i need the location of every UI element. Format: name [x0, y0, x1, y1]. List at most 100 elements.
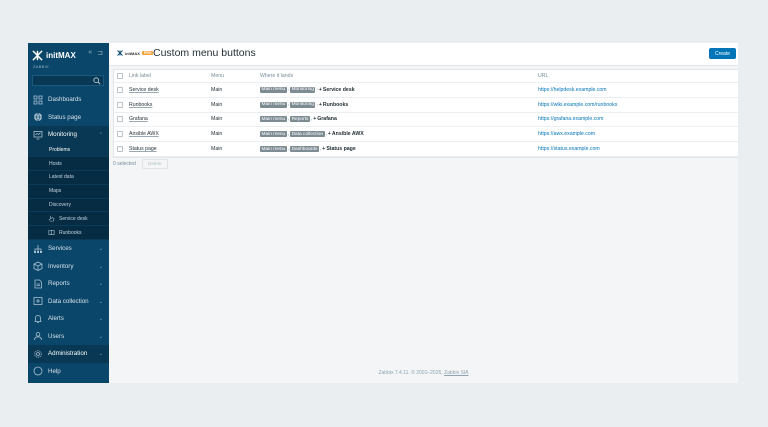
menu-item-label: Monitoring: [48, 131, 77, 139]
chevron-down-icon: ⌄: [98, 351, 103, 358]
link-label[interactable]: Service desk: [129, 87, 159, 93]
submenu-item-label: Latest data: [49, 174, 74, 181]
menu-item-help[interactable]: Help: [28, 363, 109, 381]
url-link[interactable]: https://status.example.com: [538, 146, 600, 152]
globe-icon: [34, 113, 42, 122]
app-logo[interactable]: initMAX: [32, 48, 76, 62]
menu-item-reports[interactable]: Reports ⌄: [28, 275, 109, 293]
target-label: Service desk: [322, 86, 355, 93]
sidebar-controls: « ⊐: [88, 49, 103, 57]
menu-item-dashboards[interactable]: Dashboards: [28, 91, 109, 109]
table-row: Ansible AWX Main Main menu › Data collecti…: [114, 127, 738, 143]
link-label[interactable]: Grafana: [129, 116, 148, 122]
menu-item-data-collection[interactable]: Data collection ⌄: [28, 293, 109, 311]
menu-item-label: Data collection: [48, 297, 89, 305]
module-logo: initMAX PRO: [117, 50, 154, 56]
copyright-text: Zabbix 7.4.11. © 2001–2026,: [378, 370, 445, 376]
copyright-link[interactable]: Zabbix SIA: [444, 370, 468, 376]
table-row: Runbooks Main Main menu › Monitoring › + Runb…: [114, 98, 738, 113]
menu-item-status-page[interactable]: Status page: [28, 109, 109, 127]
submenu-item-runbooks[interactable]: Runbooks: [28, 226, 109, 241]
menu-item-inventory[interactable]: Inventory ⌄: [28, 258, 109, 276]
monitoring-submenu: Problems Hosts Latest data Maps Discover…: [28, 143, 109, 241]
menu-item-administration[interactable]: Administration ⌄: [28, 345, 109, 363]
menu-item-monitoring[interactable]: Monitoring ⌃: [28, 126, 109, 144]
separator: ›: [287, 87, 290, 93]
separator: ›: [325, 131, 327, 137]
pro-badge: PRO: [141, 51, 154, 55]
collapse-sidebar-icon[interactable]: «: [88, 49, 92, 57]
link-label[interactable]: Status page: [129, 146, 157, 152]
separator: ›: [316, 102, 318, 108]
search-icon[interactable]: [93, 77, 101, 85]
where-it-lands: Main menu › Dashboards › + Status page: [260, 142, 356, 156]
link-label[interactable]: Runbooks: [129, 102, 152, 108]
row-checkbox[interactable]: [117, 131, 123, 138]
copyright: Zabbix 7.4.11. © 2001–2026, Zabbix SIA: [109, 370, 738, 376]
target-label: Grafana: [317, 116, 337, 123]
submenu-item-problems[interactable]: Problems: [28, 143, 109, 158]
menu-item-label: Help: [48, 367, 61, 375]
separator: ›: [287, 146, 290, 152]
hand-icon: [48, 216, 55, 222]
path-tag: Monitoring: [290, 86, 316, 93]
chevron-down-icon: ⌄: [98, 263, 103, 270]
page-header: initMAX PRO Custom menu buttons Create: [109, 43, 738, 66]
path-tag: Reports: [290, 116, 310, 123]
submenu-item-maps[interactable]: Maps: [28, 185, 109, 199]
menu-item-label: Status page: [48, 113, 82, 121]
row-checkbox[interactable]: [117, 101, 123, 108]
main-menu: Dashboards Status page Monitoring ⌃ Prob…: [28, 91, 109, 380]
sidebar-search-input[interactable]: [32, 75, 104, 86]
submenu-item-discovery[interactable]: Discovery: [28, 199, 109, 213]
submenu-item-label: Service desk: [59, 215, 88, 222]
brand-caption: ZABBIX: [33, 64, 50, 69]
menu-value: Main: [211, 131, 223, 138]
submenu-item-latest-data[interactable]: Latest data: [28, 171, 109, 185]
chevron-down-icon: ⌄: [98, 246, 103, 253]
initmax-logo-icon: [32, 49, 43, 61]
create-button[interactable]: Create: [709, 48, 736, 59]
plus-icon: +: [322, 146, 326, 153]
target-label: Status page: [326, 146, 356, 153]
column-header-menu: Menu: [211, 73, 224, 79]
separator: ›: [310, 116, 313, 122]
menu-value: Main: [211, 86, 223, 93]
submenu-item-label: Maps: [49, 188, 62, 195]
url-link[interactable]: https://grafana.example.com: [538, 116, 603, 122]
help-icon: [33, 366, 43, 376]
where-it-lands: Main menu › Data collection › + Ansible AWX: [260, 127, 364, 141]
column-header-link-label[interactable]: Link label: [129, 70, 151, 82]
table-actions: 0 selected Delete: [113, 159, 168, 169]
bell-icon: [34, 314, 42, 323]
submenu-item-hosts[interactable]: Hosts: [28, 157, 109, 172]
menu-item-alerts[interactable]: Alerts ⌄: [28, 310, 109, 328]
submenu-item-service-desk[interactable]: Service desk: [28, 212, 109, 227]
menu-item-services[interactable]: Services ⌄: [28, 240, 109, 258]
path-tag: Main menu: [260, 101, 287, 108]
chevron-down-icon: ⌄: [98, 298, 103, 305]
menu-value: Main: [211, 101, 223, 108]
where-it-lands: Main menu › Reports › + Grafana: [260, 113, 337, 127]
link-label[interactable]: Ansible AWX: [129, 131, 159, 137]
path-tag: Dashboards: [290, 146, 319, 153]
url-link[interactable]: https://awx.example.com: [538, 131, 595, 137]
table-row: Service desk Main Main menu › Monitoring › +…: [114, 83, 738, 98]
where-it-lands: Main menu › Monitoring › + Service desk: [260, 83, 355, 97]
row-checkbox[interactable]: [117, 116, 123, 123]
url-link[interactable]: https://wiki.example.com/runbooks: [538, 102, 617, 108]
row-checkbox[interactable]: [117, 86, 123, 93]
chevron-up-icon: ⌃: [98, 132, 103, 138]
menu-item-label: Inventory: [48, 262, 74, 270]
hide-sidebar-icon[interactable]: ⊐: [97, 49, 103, 57]
module-logo-text: initMAX: [125, 50, 140, 56]
delete-button[interactable]: Delete: [141, 159, 168, 169]
url-link[interactable]: https://helpdesk.example.com: [538, 87, 607, 93]
page-title: Custom menu buttons: [153, 47, 256, 59]
select-all-checkbox[interactable]: [117, 73, 123, 79]
menu-item-users[interactable]: Users ⌄: [28, 328, 109, 346]
logo-text: initMAX: [46, 50, 76, 60]
book-icon: [48, 230, 55, 236]
row-checkbox[interactable]: [117, 146, 123, 153]
separator: ›: [287, 131, 290, 137]
